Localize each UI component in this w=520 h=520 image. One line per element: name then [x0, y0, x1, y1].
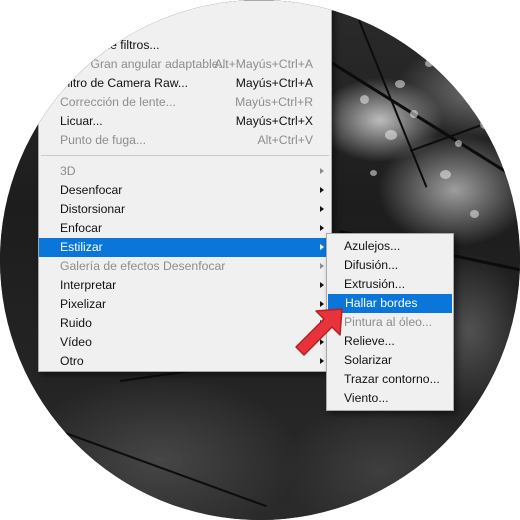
submenu-item-sharpen[interactable]: Enfocar: [39, 219, 331, 238]
submenu-item-stylize[interactable]: Estilizar: [39, 238, 331, 257]
submenu-item-distort[interactable]: Distorsionar: [39, 200, 331, 219]
chevron-right-icon: [320, 282, 324, 288]
menu-item-wind[interactable]: Viento...: [327, 389, 453, 408]
filter-menu: Galería de filtros... Filtro Gran angula…: [38, 0, 332, 372]
circular-screenshot-frame: Galería de filtros... Filtro Gran angula…: [0, 0, 520, 520]
menu-item-extrude[interactable]: Extrusión...: [327, 275, 453, 294]
shortcut-text: Mayús+Ctrl+X: [235, 114, 313, 128]
menu-separator: [41, 155, 329, 156]
chevron-right-icon: [320, 225, 324, 231]
chevron-right-icon: [320, 187, 324, 193]
shortcut-text: Alt+Ctrl+V: [257, 133, 313, 147]
red-pointer-arrow-icon: [295, 308, 343, 356]
submenu-item-video[interactable]: Vídeo: [39, 333, 331, 352]
chevron-right-icon: [320, 168, 324, 174]
submenu-item-blur-gallery[interactable]: Galería de efectos Desenfocar: [39, 257, 331, 276]
chevron-right-icon: [320, 244, 324, 250]
submenu-item-noise[interactable]: Ruido: [39, 314, 331, 333]
chevron-right-icon: [320, 206, 324, 212]
submenu-item-3d[interactable]: 3D: [39, 162, 331, 181]
shortcut-text: Mayús+Ctrl+A: [235, 76, 313, 90]
menu-item-tiles[interactable]: Azulejos...: [327, 237, 453, 256]
menu-item-liquify[interactable]: Licuar... Mayús+Ctrl+X: [39, 112, 331, 131]
shortcut-text: Mayús+Ctrl+R: [235, 95, 313, 109]
menu-item-vanishing-point[interactable]: Punto de fuga... Alt+Ctrl+V: [39, 131, 331, 150]
menu-item-lens-correction[interactable]: Corrección de lente... Mayús+Ctrl+R: [39, 93, 331, 112]
menu-item-trace-contour[interactable]: Trazar contorno...: [327, 370, 453, 389]
chevron-right-icon: [320, 263, 324, 269]
submenu-item-pixelate[interactable]: Pixelizar: [39, 295, 331, 314]
submenu-item-other[interactable]: Otro: [39, 352, 331, 371]
menu-item-camera-raw[interactable]: Filtro de Camera Raw... Mayús+Ctrl+A: [39, 74, 331, 93]
submenu-item-blur[interactable]: Desenfocar: [39, 181, 331, 200]
menu-item-adaptive-wide-angle[interactable]: Filtro Gran angular adaptable... Alt+May…: [39, 55, 331, 74]
shortcut-text: Alt+Mayús+Ctrl+A: [214, 57, 313, 71]
menu-item-filter-gallery[interactable]: Galería de filtros...: [39, 36, 331, 55]
submenu-item-render[interactable]: Interpretar: [39, 276, 331, 295]
menu-item-diffuse[interactable]: Difusión...: [327, 256, 453, 275]
